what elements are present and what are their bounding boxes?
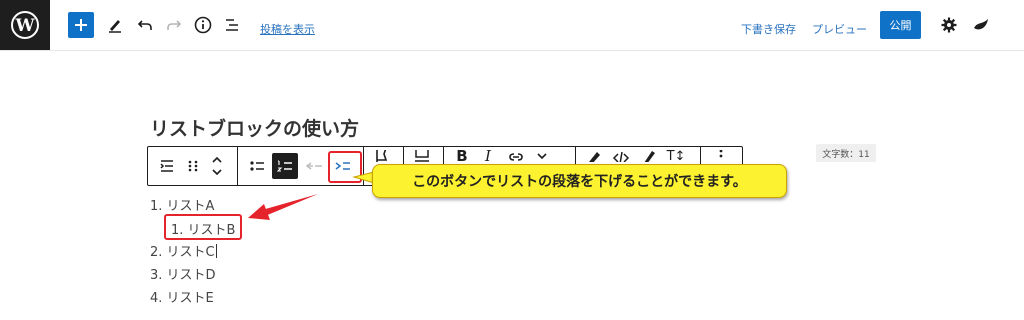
drag-icon xyxy=(188,160,198,172)
info-icon xyxy=(194,16,212,34)
numbered-list-icon xyxy=(277,160,292,172)
italic-button[interactable]: I xyxy=(475,150,501,162)
align-icon xyxy=(376,150,388,162)
more-formats-button[interactable] xyxy=(529,150,555,162)
chevron-up-down-icon xyxy=(212,156,222,176)
editor-top-bar: W 投稿を表示 下書き保存 プレビュー 公開 xyxy=(0,0,1024,51)
nested-item-highlight xyxy=(164,214,242,240)
outdent-button[interactable] xyxy=(301,153,327,179)
pencil-icon xyxy=(109,20,121,33)
svg-text:W: W xyxy=(14,16,35,36)
list-number: 2. xyxy=(150,245,163,260)
align-button[interactable] xyxy=(369,150,395,162)
settings-button[interactable] xyxy=(938,12,960,38)
italic-icon: I xyxy=(485,150,491,162)
highlight-button[interactable] xyxy=(635,150,661,162)
add-block-button[interactable] xyxy=(68,12,94,38)
preview-button[interactable]: プレビュー xyxy=(812,16,867,42)
text-size-button[interactable]: T↕ xyxy=(663,150,689,162)
view-post-link[interactable]: 投稿を表示 xyxy=(260,16,315,42)
list-number: 3. xyxy=(150,268,163,283)
list-text: リストC xyxy=(166,245,215,260)
list-text: リストA xyxy=(166,199,215,214)
list-block-icon xyxy=(160,160,173,172)
list-text: リストE xyxy=(166,291,214,306)
annotation-callout: このボタンでリストの段落を下げることができます。 xyxy=(372,164,787,198)
ordered-list-button[interactable] xyxy=(272,153,298,179)
list-number: 1. xyxy=(150,199,163,214)
plus-icon xyxy=(75,19,87,31)
redo-icon xyxy=(167,20,182,30)
code-icon xyxy=(612,151,630,162)
marker-icon xyxy=(589,152,600,162)
block-type-button[interactable] xyxy=(154,153,180,179)
leaf-plugin-icon xyxy=(974,19,988,30)
code-button[interactable] xyxy=(608,150,634,162)
list-item[interactable]: 2. リストC xyxy=(150,241,217,260)
red-arrow-icon xyxy=(248,194,318,220)
tools-button[interactable] xyxy=(103,12,127,38)
list-text: リストD xyxy=(166,268,216,283)
chevron-down-icon xyxy=(537,153,547,160)
toolbar-divider xyxy=(237,147,238,185)
marker-button[interactable] xyxy=(581,150,607,162)
bullet-list-icon xyxy=(250,161,264,171)
outdent-icon xyxy=(305,162,322,170)
plugin-button[interactable] xyxy=(970,12,992,38)
link-icon xyxy=(509,153,523,161)
list-item[interactable]: 1. リストA xyxy=(150,195,214,214)
post-title[interactable]: リストブロックの使い方 xyxy=(150,114,359,141)
publish-button[interactable]: 公開 xyxy=(880,11,921,39)
undo-button[interactable] xyxy=(133,12,157,38)
list-view-icon xyxy=(226,19,238,31)
list-number: 4. xyxy=(150,291,163,306)
wordpress-logo-icon[interactable]: W xyxy=(0,0,50,50)
bold-icon: B xyxy=(456,150,468,162)
link-button[interactable] xyxy=(503,150,529,162)
move-up-down-button[interactable] xyxy=(204,153,230,179)
block-spacing-button[interactable] xyxy=(409,150,435,162)
save-draft-button[interactable]: 下書き保存 xyxy=(741,16,796,42)
unordered-list-button[interactable] xyxy=(244,153,270,179)
spacing-icon xyxy=(415,150,429,162)
bold-button[interactable]: B xyxy=(449,150,475,162)
options-button[interactable] xyxy=(708,150,734,162)
list-item[interactable]: 4. リストE xyxy=(150,287,214,306)
details-button[interactable] xyxy=(191,12,215,38)
gear-icon xyxy=(941,17,957,33)
word-count-badge: 文字数：11 xyxy=(816,144,876,162)
drag-handle[interactable] xyxy=(180,153,206,179)
text-cursor xyxy=(215,244,217,258)
more-vertical-icon xyxy=(719,150,723,158)
list-view-button[interactable] xyxy=(220,12,244,38)
undo-icon xyxy=(137,20,152,30)
list-item[interactable]: 3. リストD xyxy=(150,264,216,283)
redo-button[interactable] xyxy=(162,12,186,38)
text-size-icon: T↕ xyxy=(666,150,686,162)
brush-icon xyxy=(644,151,655,162)
